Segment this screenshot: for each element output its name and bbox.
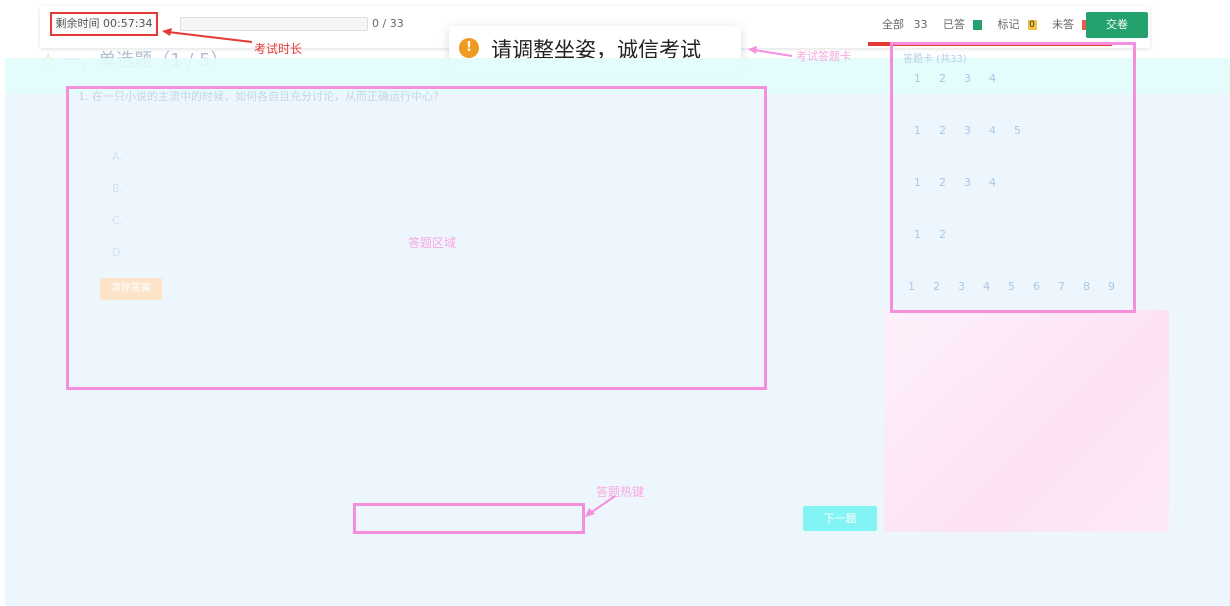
answer-card-arrow xyxy=(748,46,793,57)
stat-all-label: 全部 xyxy=(882,18,904,31)
submit-exam-button[interactable]: 交卷 xyxy=(1086,12,1148,38)
annotation-exam-time: 考试时长 xyxy=(254,42,303,56)
camera-preview xyxy=(884,310,1169,532)
stat-answered-label: 已答 xyxy=(943,18,965,31)
stat-marked[interactable]: 标记 0 xyxy=(998,18,1043,31)
exclamation-icon: ! xyxy=(459,38,479,58)
stat-marked-label: 标记 xyxy=(997,18,1020,31)
answer-stats: 全部 33 已答 标记 0 未答 xyxy=(882,16,1108,32)
annotation-answer-area: 答题区域 xyxy=(408,236,457,250)
exam-time-arrow xyxy=(162,28,253,43)
answer-card-frame xyxy=(890,42,1136,313)
next-question-button[interactable]: 下一题 xyxy=(803,506,877,531)
answered-badge xyxy=(973,20,982,30)
hotkeys-frame xyxy=(353,503,585,534)
hotkeys-arrow xyxy=(585,495,616,517)
stat-unanswered-label: 未答 xyxy=(1052,18,1074,31)
stat-answered[interactable]: 已答 xyxy=(943,18,988,31)
stat-all[interactable]: 全部 33 xyxy=(882,18,934,31)
marked-badge: 0 xyxy=(1027,20,1037,30)
remaining-time: 剩余时间 00:57:34 xyxy=(50,12,158,36)
stat-all-count: 33 xyxy=(913,18,928,31)
progress-count: 0 / 33 xyxy=(372,17,404,30)
annotation-answer-card: 考试答题卡 xyxy=(796,50,851,63)
